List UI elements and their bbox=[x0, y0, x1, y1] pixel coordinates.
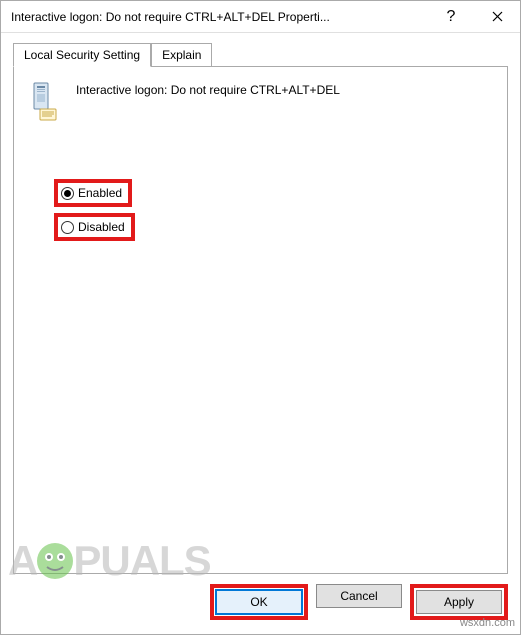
source-attribution: wsxdn.com bbox=[460, 617, 515, 629]
help-button[interactable]: ? bbox=[428, 1, 474, 33]
policy-header: Interactive logon: Do not require CTRL+A… bbox=[28, 81, 493, 121]
apply-button[interactable]: Apply bbox=[416, 590, 502, 614]
tab-explain[interactable]: Explain bbox=[151, 43, 212, 66]
tab-panel-local-security: Interactive logon: Do not require CTRL+A… bbox=[13, 66, 508, 574]
radio-enabled-indicator bbox=[61, 187, 74, 200]
titlebar: Interactive logon: Do not require CTRL+A… bbox=[1, 1, 520, 33]
apply-highlight: Apply bbox=[410, 584, 508, 620]
radio-disabled-label: Disabled bbox=[78, 220, 125, 234]
radio-group: Enabled Disabled bbox=[54, 179, 493, 241]
properties-dialog: Interactive logon: Do not require CTRL+A… bbox=[0, 0, 521, 635]
tab-local-security-setting[interactable]: Local Security Setting bbox=[13, 43, 151, 67]
radio-disabled[interactable]: Disabled bbox=[54, 213, 135, 241]
dialog-body: Local Security Setting Explain bbox=[1, 33, 520, 574]
close-button[interactable] bbox=[474, 1, 520, 33]
close-icon bbox=[492, 11, 503, 22]
policy-title: Interactive logon: Do not require CTRL+A… bbox=[76, 81, 340, 97]
radio-enabled-label: Enabled bbox=[78, 186, 122, 200]
ok-highlight: OK bbox=[210, 584, 308, 620]
radio-dot-icon bbox=[64, 190, 71, 197]
radio-disabled-indicator bbox=[61, 221, 74, 234]
cancel-button[interactable]: Cancel bbox=[316, 584, 402, 608]
tab-strip: Local Security Setting Explain bbox=[13, 43, 508, 66]
policy-icon bbox=[28, 81, 62, 121]
radio-enabled[interactable]: Enabled bbox=[54, 179, 132, 207]
ok-button[interactable]: OK bbox=[216, 590, 302, 614]
dialog-button-bar: OK Cancel Apply bbox=[1, 574, 520, 634]
window-title: Interactive logon: Do not require CTRL+A… bbox=[11, 10, 428, 24]
